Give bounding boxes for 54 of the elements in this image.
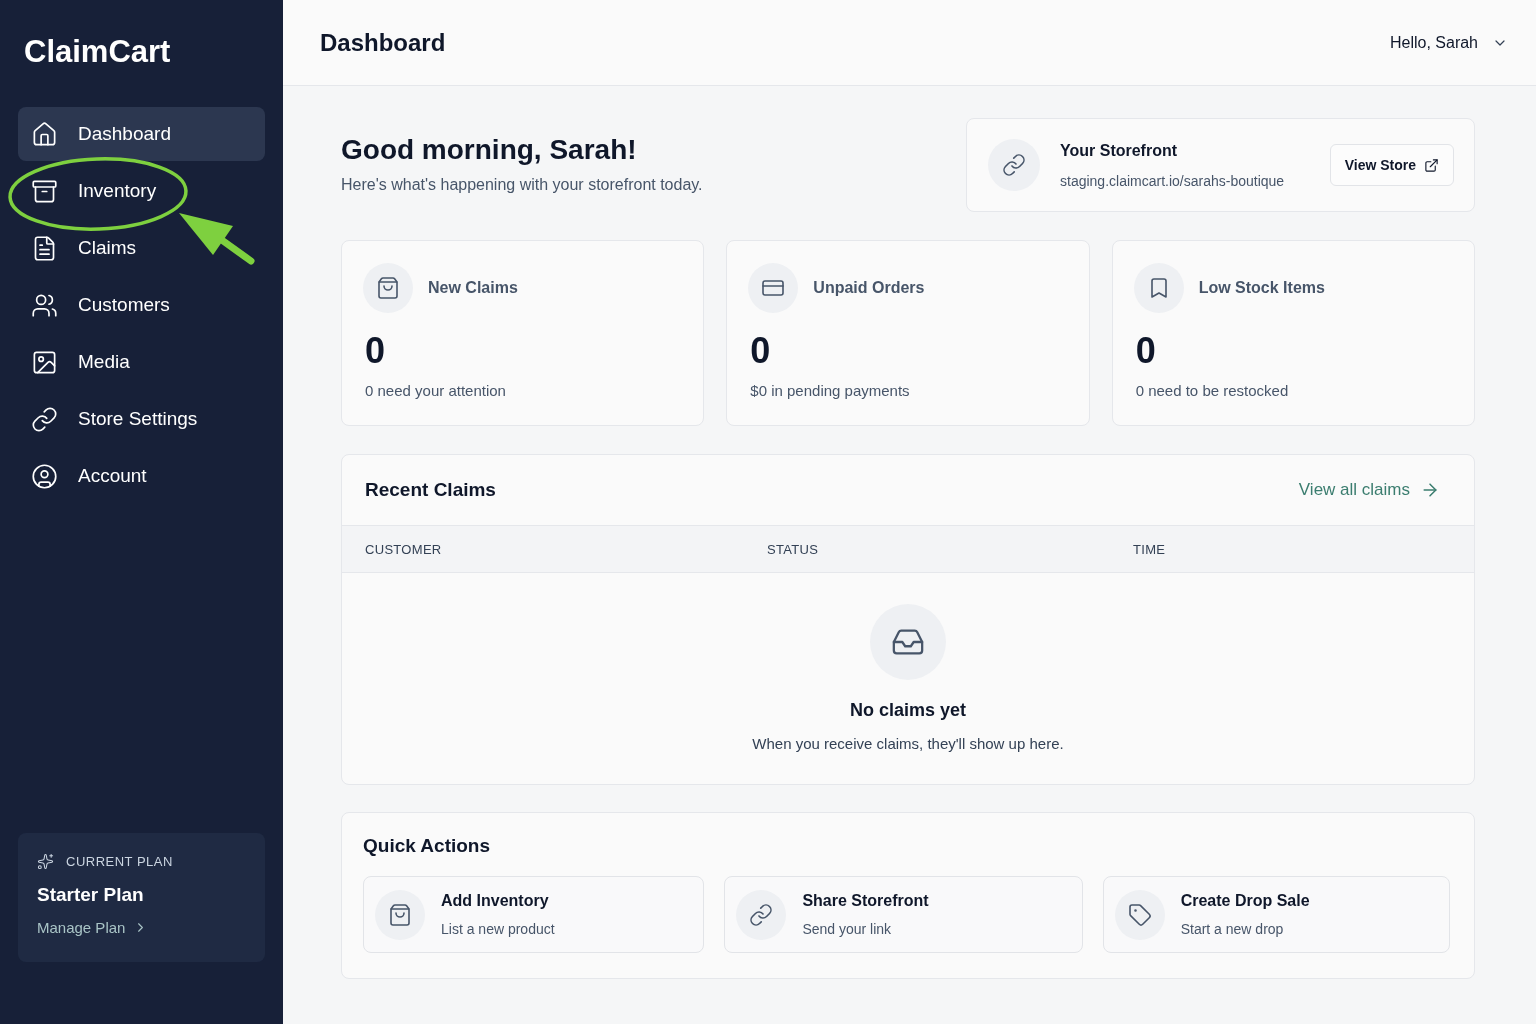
sidebar-nav-item[interactable]: Dashboard	[18, 107, 265, 161]
action-title: Add Inventory	[441, 891, 550, 911]
plan-name: Starter Plan	[37, 882, 144, 907]
sidebar-nav-item[interactable]: Inventory	[18, 164, 265, 218]
external-link-icon	[1424, 157, 1439, 173]
page-title: Dashboard	[320, 27, 446, 58]
column-header: CUSTOMER	[365, 542, 442, 557]
stat-value: 0	[750, 331, 771, 371]
stat-label: Unpaid Orders	[813, 278, 925, 298]
sidebar-nav-item[interactable]: Media	[18, 335, 265, 389]
empty-state-title: No claims yet	[849, 699, 967, 722]
action-subtitle: List a new product	[441, 920, 555, 939]
shopping-bag-icon	[375, 889, 425, 940]
storefront-url: staging.claimcart.io/sarahs-boutique	[1060, 171, 1286, 191]
stat-value: 0	[365, 331, 386, 371]
view-all-claims-link[interactable]: View all claims	[1298, 477, 1440, 503]
sidebar-nav-item[interactable]: Store Settings	[18, 392, 265, 446]
greeting-title: Good morning, Sarah!	[341, 133, 638, 167]
house-icon	[31, 120, 58, 148]
app-logo: ClaimCart	[24, 33, 171, 71]
stat-label: New Claims	[428, 278, 518, 298]
greeting-subtitle: Here's what's happening with your storefront today.	[341, 175, 703, 195]
user-menu-button[interactable]: Hello, Sarah	[1389, 30, 1508, 55]
action-subtitle: Send your link	[802, 920, 893, 939]
credit-card-icon	[748, 263, 799, 313]
chain-link-icon	[988, 139, 1040, 191]
manage-plan-link[interactable]: Manage Plan	[37, 916, 149, 939]
stat-label: Low Stock Items	[1198, 278, 1325, 298]
stat-note: $0 in pending payments	[750, 381, 910, 401]
quick-action-card[interactable]: Share Storefront Send your link	[724, 876, 1083, 953]
empty-state-text: When you receive claims, they'll show up here.	[752, 734, 1064, 754]
user-circle-icon	[31, 462, 58, 490]
sidebar-nav-item[interactable]: Claims	[18, 221, 265, 275]
column-header: TIME	[1133, 542, 1166, 557]
chain-link-icon	[31, 405, 58, 433]
action-title: Share Storefront	[802, 891, 929, 911]
column-header: STATUS	[767, 542, 819, 557]
plan-eyebrow: CURRENT PLAN	[66, 853, 173, 871]
sparkles-icon	[37, 853, 54, 871]
stat-note: 0 need your attention	[365, 381, 506, 401]
stat-value: 0	[1135, 331, 1156, 371]
sidebar-nav-item[interactable]: Customers	[18, 278, 265, 332]
storefront-title: Your Storefront	[1060, 140, 1179, 161]
bookmark-icon	[1133, 263, 1184, 313]
quick-action-card[interactable]: Create Drop Sale Start a new drop	[1102, 876, 1450, 953]
action-title: Create Drop Sale	[1180, 891, 1310, 911]
shopping-bag-icon	[363, 263, 413, 313]
view-store-button[interactable]: View Store	[1329, 144, 1454, 186]
action-subtitle: Start a new drop	[1180, 920, 1285, 939]
sidebar-nav-item[interactable]: Account	[18, 449, 265, 503]
quick-action-card[interactable]: Add Inventory List a new product	[363, 876, 705, 953]
section-title: Quick Actions	[363, 834, 491, 858]
section-title: Recent Claims	[365, 477, 496, 502]
stat-note: 0 need to be restocked	[1135, 381, 1289, 401]
